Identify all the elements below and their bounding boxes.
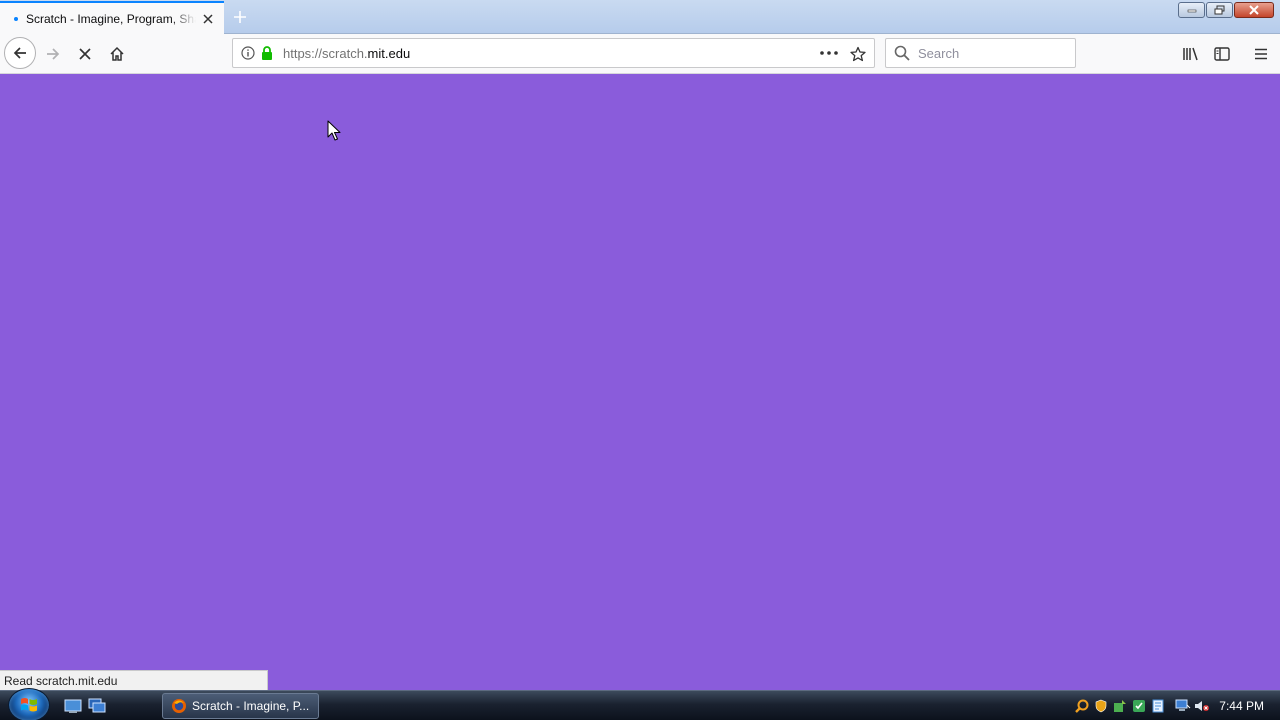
url-host: mit.edu xyxy=(367,45,411,61)
home-icon xyxy=(110,46,124,61)
search-input[interactable] xyxy=(918,45,1068,61)
back-button[interactable] xyxy=(4,37,36,69)
clock[interactable]: 7:44 PM xyxy=(1219,699,1264,713)
app-tray-icon[interactable] xyxy=(1131,698,1147,714)
mouse-pointer-icon xyxy=(327,120,341,141)
search-bar[interactable] xyxy=(885,38,1076,68)
library-button[interactable] xyxy=(1176,39,1206,69)
firefox-icon xyxy=(172,699,186,713)
windows-logo-icon xyxy=(21,698,37,712)
url-bar[interactable]: https://scratch.mit.edu xyxy=(232,38,875,68)
volume-muted-tray-icon[interactable] xyxy=(1194,698,1210,714)
info-icon[interactable] xyxy=(239,44,257,62)
navigation-toolbar: https://scratch.mit.edu xyxy=(0,34,1280,74)
library-icon xyxy=(1183,47,1198,61)
url-prefix: https://scratch. xyxy=(283,45,368,61)
back-arrow-icon xyxy=(13,47,26,59)
menu-button[interactable] xyxy=(1246,39,1276,69)
page-actions-icon[interactable] xyxy=(818,45,840,61)
taskbar-item-title: Scratch - Imagine, P... xyxy=(192,699,310,713)
tab-title: Scratch - Imagine, Program, Share xyxy=(26,12,196,26)
start-button[interactable] xyxy=(8,688,50,720)
close-window-button[interactable] xyxy=(1234,2,1274,18)
sidebar-icon xyxy=(1214,47,1230,61)
url-text[interactable]: https://scratch.mit.edu xyxy=(283,46,410,61)
tab-strip: Scratch - Imagine, Program, Share xyxy=(0,0,1280,35)
forward-button[interactable] xyxy=(38,39,68,69)
bookmark-star-icon[interactable] xyxy=(848,44,868,64)
tab-scratch[interactable]: Scratch - Imagine, Program, Share xyxy=(0,1,224,35)
network-tray-icon[interactable] xyxy=(1175,698,1191,714)
sidebar-button[interactable] xyxy=(1207,39,1237,69)
new-tab-button[interactable] xyxy=(230,7,250,27)
hamburger-icon xyxy=(1255,48,1267,60)
minimize-button[interactable] xyxy=(1178,2,1205,18)
loading-indicator xyxy=(14,17,18,21)
search-tray-icon[interactable] xyxy=(1074,698,1090,714)
restore-button[interactable] xyxy=(1206,2,1233,18)
close-tab-icon[interactable] xyxy=(200,11,216,27)
system-tray: 7:44 PM xyxy=(1074,691,1280,720)
status-panel: Read scratch.mit.edu xyxy=(0,670,268,690)
document-tray-icon[interactable] xyxy=(1150,698,1166,714)
stop-icon xyxy=(79,48,91,60)
secure-lock-icon[interactable] xyxy=(259,44,275,62)
update-tray-icon[interactable] xyxy=(1112,698,1128,714)
home-button[interactable] xyxy=(102,39,132,69)
search-icon xyxy=(894,45,910,61)
window-controls xyxy=(1178,2,1274,18)
shield-tray-icon[interactable] xyxy=(1093,698,1109,714)
stop-button[interactable] xyxy=(70,39,100,69)
show-desktop-icon[interactable] xyxy=(64,698,82,714)
taskbar-item-firefox[interactable]: Scratch - Imagine, P... xyxy=(162,693,319,719)
switch-windows-icon[interactable] xyxy=(88,698,106,714)
forward-arrow-icon xyxy=(47,48,60,60)
taskbar: Scratch - Imagine, P... 7:44 PM xyxy=(0,688,1280,720)
page-content xyxy=(0,75,1280,690)
